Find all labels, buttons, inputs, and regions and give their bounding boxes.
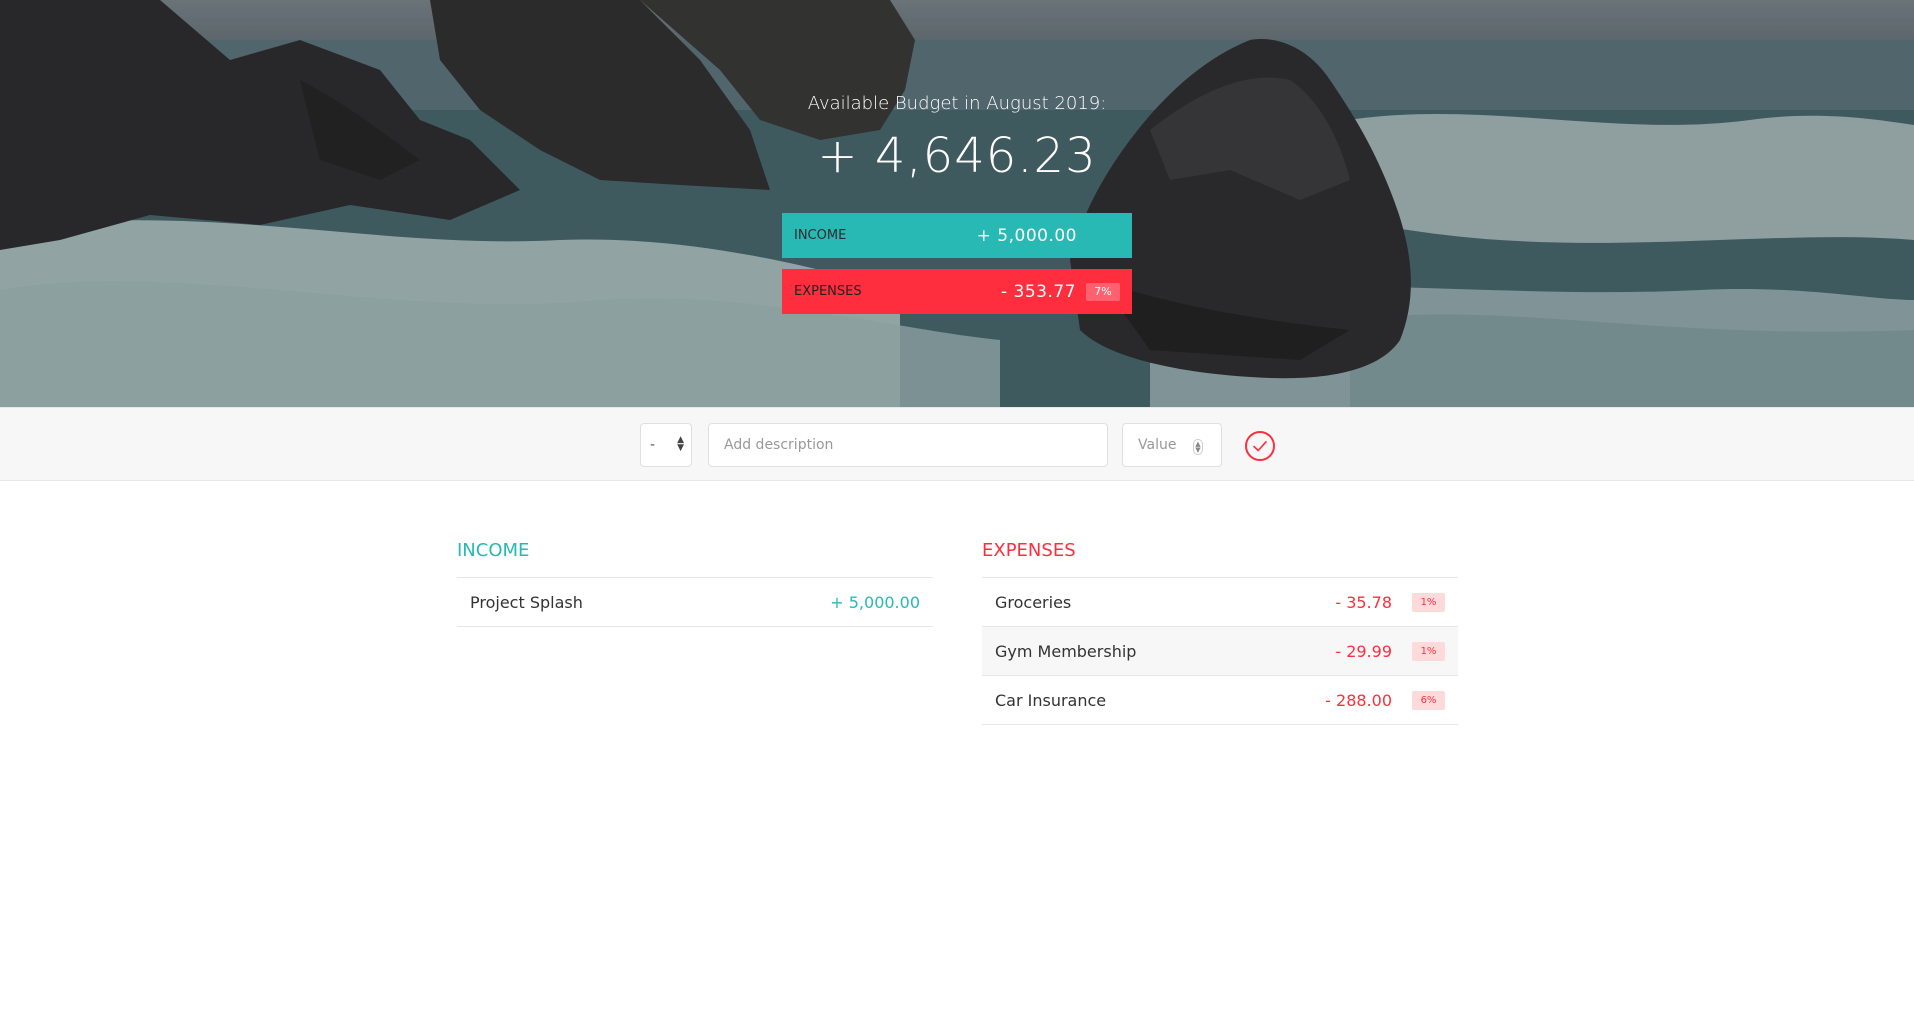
budget-value: + 4,646.23 xyxy=(817,128,1097,184)
list-item[interactable]: Car Insurance - 288.00 6% xyxy=(982,676,1458,725)
item-percentage-badge: 1% xyxy=(1412,592,1445,612)
value-stepper-icon[interactable]: ▲ ▼ xyxy=(1193,439,1203,455)
expenses-summary-label: Expenses xyxy=(794,284,862,299)
item-percentage-badge: 6% xyxy=(1412,690,1445,710)
checkmark-icon xyxy=(1253,441,1267,452)
hero-overlay xyxy=(0,0,1914,407)
expenses-percentage-badge: 7% xyxy=(1086,282,1120,301)
income-summary-value: + 5,000.00 xyxy=(976,225,1077,246)
item-value: - 288.00 xyxy=(1325,690,1392,710)
add-item-bar: - ▲▼ ▲▼ xyxy=(0,407,1914,481)
hero-background: Available Budget in August 2019: + 4,646… xyxy=(0,0,1914,407)
income-summary: Income + 5,000.00 xyxy=(782,213,1132,258)
item-value: - 35.78 xyxy=(1335,592,1392,612)
item-description: Car Insurance xyxy=(995,690,1107,710)
income-list: Income Project Splash + 5,000.00 xyxy=(457,540,933,627)
list-item[interactable]: Project Splash + 5,000.00 xyxy=(457,578,933,627)
add-button[interactable] xyxy=(1245,431,1275,461)
value-input[interactable] xyxy=(1122,423,1222,467)
item-percentage-badge: 1% xyxy=(1412,641,1445,661)
expenses-list-title: Expenses xyxy=(982,540,1458,578)
item-value: + 5,000.00 xyxy=(830,592,920,612)
description-input[interactable] xyxy=(708,423,1108,467)
budget-title: Available Budget in August 2019: xyxy=(807,93,1107,114)
type-select-value: - xyxy=(650,437,656,453)
expenses-summary: Expenses - 353.77 7% xyxy=(782,269,1132,314)
income-summary-label: Income xyxy=(794,228,847,243)
list-item[interactable]: Gym Membership - 29.99 1% xyxy=(982,627,1458,676)
item-description: Groceries xyxy=(995,592,1072,612)
select-arrows-icon: ▲ ▼ xyxy=(677,435,684,453)
expenses-list: Expenses Groceries - 35.78 1% Gym Member… xyxy=(982,540,1458,725)
item-value: - 29.99 xyxy=(1335,641,1392,661)
income-list-title: Income xyxy=(457,540,933,578)
expenses-summary-value: - 353.77 xyxy=(1000,281,1076,302)
item-description: Gym Membership xyxy=(995,641,1137,661)
item-description: Project Splash xyxy=(470,592,583,612)
list-item[interactable]: Groceries - 35.78 1% xyxy=(982,578,1458,627)
type-select[interactable]: - ▲ ▼ xyxy=(640,423,692,467)
